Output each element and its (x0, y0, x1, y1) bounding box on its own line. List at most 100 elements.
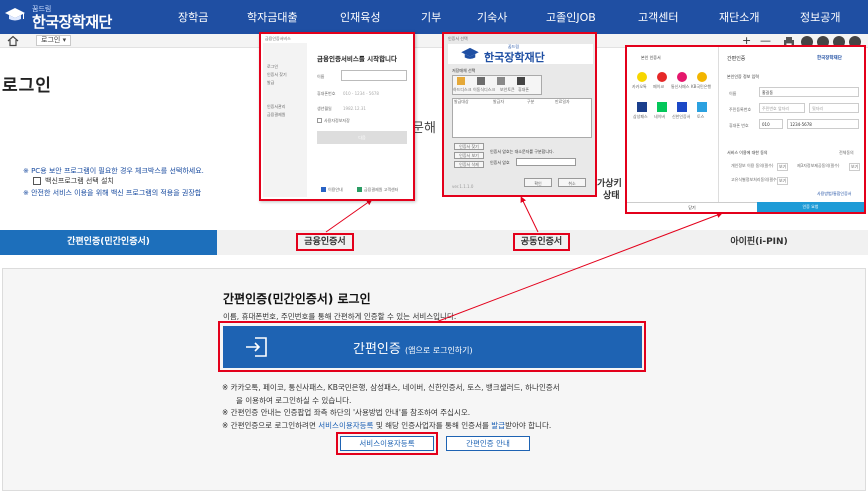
rrn-back-input[interactable]: 뒷자리 (809, 103, 859, 113)
service-registration-link[interactable]: 서비스이용자등록 (318, 421, 373, 430)
nav-student-loan[interactable]: 학자금대출 (247, 9, 298, 25)
password-input[interactable] (516, 158, 576, 166)
vaccine-checkbox-label: 백신프로그램 선택 설치 (45, 177, 114, 185)
payco-icon[interactable] (657, 72, 667, 82)
simple-auth-popup: 본인 인증서 카카오톡 페이코 통신사패스 KB국민은행 삼성패스 네이버 신한… (625, 45, 866, 214)
simple-auth-button-main: 간편인증 (353, 342, 401, 357)
rrn-front-input[interactable]: 주민번호 앞자리 (759, 103, 805, 113)
popup-side-item[interactable]: 로그인 (267, 64, 278, 70)
home-icon[interactable] (7, 35, 19, 47)
phone-input[interactable]: 1234-5678 (787, 119, 859, 129)
nav-donation[interactable]: 기부 (421, 9, 441, 25)
view-terms-button[interactable]: 보기 (849, 163, 861, 171)
form-title: 본인인증 정보 입력 (727, 74, 759, 79)
popup-side-item[interactable]: 금융결제원 (267, 112, 285, 118)
nav-job[interactable]: 고졸인JOB (546, 9, 596, 25)
vaccine-notice: ※ 안전한 서비스 이용을 위해 백신 프로그램의 적용을 권장합 (23, 189, 202, 197)
popup-side-item[interactable]: 인증서관리 (267, 104, 285, 110)
shinhan-icon[interactable] (677, 102, 687, 112)
info-icon (321, 187, 326, 192)
tab-simple-auth-label: 간편인증(민간인증서) (67, 237, 150, 247)
next-button[interactable]: 다음 (317, 131, 407, 144)
media-label: 보안토큰 (500, 87, 515, 92)
service-registration-button[interactable]: 서비스이용자등록 (340, 436, 434, 451)
agree-third-party-label[interactable]: 제3자정보제공동의(필수) (797, 163, 839, 169)
certificate-list[interactable] (452, 98, 592, 138)
save-info-checkbox[interactable] (317, 118, 322, 123)
security-notice: ※ PC용 보안 프로그램이 필요한 경우 체크박스를 선택하세요. (23, 167, 204, 175)
find-cert-button[interactable]: 인증서 찾기 (454, 143, 484, 150)
registration-notice: ※ 간편인증으로 로그인하려면 서비스이용자등록 및 해당 인증사업자를 통해 … (222, 420, 551, 431)
view-terms-button[interactable]: 보기 (777, 163, 789, 171)
kb-icon[interactable] (697, 72, 707, 82)
request-auth-button[interactable]: 인증 요청 (757, 202, 864, 212)
field-label: 휴대폰번호 (317, 91, 336, 96)
usb-icon[interactable] (477, 77, 485, 85)
kakao-icon[interactable] (637, 72, 647, 82)
behind-text: 문해 (412, 121, 436, 136)
view-terms-button[interactable]: 보기 (777, 177, 789, 185)
password-note: 인증서 암호는 대소문자를 구분합니다. (490, 149, 554, 154)
tab-public-cert[interactable]: 공동인증서 (433, 230, 650, 255)
phone-icon[interactable] (517, 77, 525, 85)
close-button[interactable]: 닫기 (627, 202, 757, 212)
simple-auth-guide-button[interactable]: 간편인증 안내 (446, 436, 530, 451)
provider-label: 카카오톡 (632, 84, 647, 89)
agree-unique-id-label[interactable]: 고유식별정보처리동의(필수) (731, 177, 778, 183)
footer-link[interactable]: 금융결제원 고객센터 (364, 187, 398, 193)
popup-titlebar: 인증서 선택 (448, 36, 468, 41)
chevron-down-icon: ▾ (62, 36, 67, 44)
column-header: 발급자 (493, 99, 505, 104)
name-input[interactable]: 홍길동 (759, 87, 859, 97)
samsung-icon[interactable] (637, 102, 647, 112)
vaccine-checkbox[interactable] (33, 177, 41, 185)
cancel-button[interactable]: 취소 (558, 178, 586, 187)
field-label: 이름 (317, 74, 325, 79)
delete-cert-button[interactable]: 인증서 삭제 (454, 161, 484, 168)
nav-about[interactable]: 재단소개 (719, 9, 759, 25)
column-header: 만료일자 (555, 99, 570, 104)
rrn-label: 주민등록번호 (729, 107, 752, 112)
phone-input[interactable]: 010 - 1234 - 5678 (343, 91, 379, 96)
hard-disk-icon[interactable] (457, 77, 465, 85)
graduation-cap-icon (5, 8, 25, 21)
simple-auth-login-button[interactable]: 간편인증 (앱으로 로그인하기) (223, 326, 642, 368)
media-label: 하드디스크 (453, 87, 472, 92)
tab-public-cert-label: 공동인증서 (512, 233, 571, 251)
provider-list-text-cont: 을 이용하여 로그인하실 수 있습니다. (236, 396, 352, 405)
tab-ipin[interactable]: 아이핀(i-PIN) (650, 230, 868, 255)
nav-disclosure[interactable]: 정보공개 (800, 9, 840, 25)
provider-label: 토스 (697, 114, 705, 119)
phone-prefix-select[interactable]: 010 (759, 119, 783, 129)
toss-icon[interactable] (697, 102, 707, 112)
location-label: 저장매체 선택 (452, 68, 476, 73)
nav-customer-center[interactable]: 고객센터 (638, 9, 678, 25)
site-logo[interactable]: 꿈드림 한국장학재단 (4, 4, 154, 31)
popup-side-item[interactable]: 발급 (267, 80, 274, 86)
brand-label: 한국장학재단 (817, 56, 842, 61)
breadcrumb[interactable]: 로그인 ▾ (36, 35, 72, 46)
nav-scholarship[interactable]: 장학금 (178, 9, 208, 25)
popup-side-item[interactable]: 인증서 찾기 (267, 72, 287, 78)
agree-privacy-label[interactable]: 개인정보 이용 동의(필수) (731, 163, 773, 169)
pass-icon[interactable] (677, 72, 687, 82)
logo-text: 한국장학재단 (484, 51, 545, 64)
provider-label: 삼성패스 (633, 114, 648, 119)
footer-link[interactable]: 이용안내 (328, 187, 343, 193)
issue-link[interactable]: 발급 (491, 421, 505, 430)
tab-simple-auth[interactable]: 간편인증(민간인증서) (0, 230, 217, 255)
ok-button[interactable]: 확인 (524, 178, 552, 187)
view-cert-button[interactable]: 인증서 보기 (454, 152, 484, 159)
registration-notice-pre: ※ 간편인증으로 로그인하려면 (222, 421, 319, 430)
provider-label: 통신사패스 (671, 84, 690, 89)
nav-dormitory[interactable]: 기숙사 (477, 9, 507, 25)
agree-all-label[interactable]: 전체동의 (839, 150, 854, 156)
token-icon[interactable] (497, 77, 505, 85)
name-input[interactable] (341, 70, 407, 81)
logo-text: 한국장학재단 (32, 13, 112, 31)
naver-icon[interactable] (657, 102, 667, 112)
nav-talent[interactable]: 인재육성 (340, 9, 380, 25)
birth-input[interactable]: 1982.12.31 (343, 106, 366, 111)
footer-brand[interactable]: 사용방법/통합인증서 (817, 191, 851, 197)
tab-financial-cert[interactable]: 금융인증서 (217, 230, 433, 255)
